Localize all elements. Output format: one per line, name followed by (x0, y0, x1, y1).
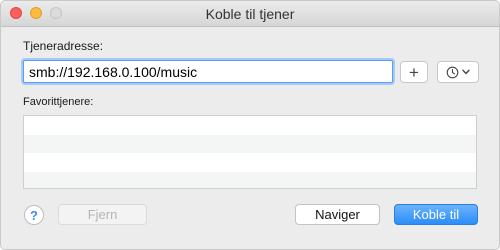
connect-to-server-window: Koble til tjener Tjeneradresse: + Favori… (0, 0, 500, 250)
browse-button[interactable]: Naviger (295, 204, 380, 225)
server-address-input[interactable] (23, 60, 393, 83)
list-item (24, 134, 476, 153)
connect-button[interactable]: Koble til (394, 204, 478, 225)
help-icon: ? (30, 207, 38, 223)
help-button[interactable]: ? (24, 205, 44, 225)
list-item (24, 116, 476, 135)
chevron-down-icon (462, 67, 470, 78)
clock-icon (446, 66, 459, 79)
server-address-label: Tjeneradresse: (23, 39, 104, 53)
favorite-servers-list[interactable] (23, 115, 477, 189)
remove-button[interactable]: Fjern (58, 204, 147, 225)
recent-servers-button[interactable] (437, 61, 479, 83)
plus-icon: + (409, 62, 419, 82)
list-item (24, 171, 476, 188)
title-bar: Koble til tjener (1, 1, 499, 27)
list-item (24, 153, 476, 172)
favorites-label: Favorittjenere: (23, 96, 94, 108)
window-title: Koble til tjener (205, 6, 295, 22)
add-favorite-button[interactable]: + (400, 61, 428, 83)
